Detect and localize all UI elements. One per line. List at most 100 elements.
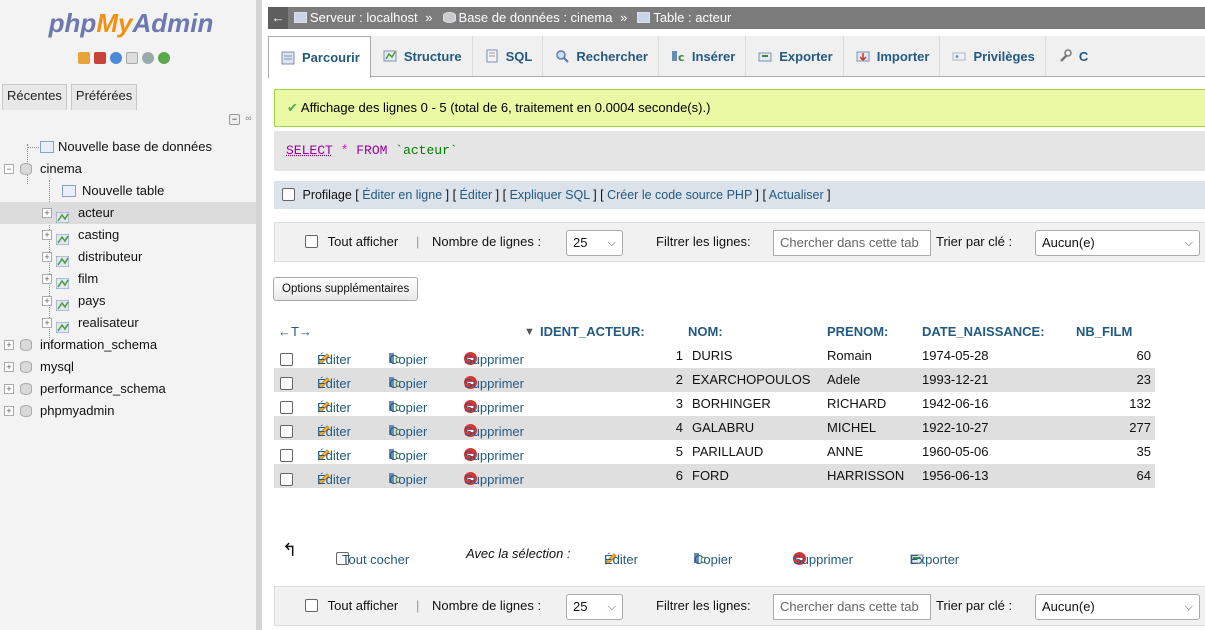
column-header-nb-film[interactable]: NB_FILM xyxy=(1076,324,1132,339)
breadcrumb-server[interactable]: Serveur : localhost xyxy=(310,10,418,25)
expand-icon[interactable]: + xyxy=(42,296,52,306)
tree-item-pays[interactable]: + pays xyxy=(0,290,256,312)
expand-icon[interactable]: + xyxy=(42,208,52,218)
cell-ident-acteur[interactable]: 4 xyxy=(654,420,683,435)
cell-nom[interactable]: PARILLAUD xyxy=(692,444,763,459)
cell-nom[interactable]: EXARCHOPOULOS xyxy=(692,372,810,387)
cell-nb-film[interactable]: 60 xyxy=(1096,348,1151,363)
cell-nb-film[interactable]: 35 xyxy=(1096,444,1151,459)
breadcrumb-database[interactable]: Base de données : cinema xyxy=(459,10,613,25)
breadcrumb-table[interactable]: Table : acteur xyxy=(653,10,731,25)
sort-by-key-select[interactable]: Aucun(e) ⌵ xyxy=(1035,230,1200,256)
tab-favorites[interactable]: Préférées xyxy=(70,84,138,110)
show-all-toggle[interactable]: Tout afficher xyxy=(305,223,398,261)
tree-item-new-database[interactable]: Nouvelle base de données xyxy=(0,136,256,158)
cell-prenom[interactable]: HARRISSON xyxy=(827,468,904,483)
show-all-checkbox[interactable] xyxy=(305,599,318,612)
sort-by-key-select[interactable]: Aucun(e) ⌵ xyxy=(1035,594,1200,620)
expand-icon[interactable]: + xyxy=(4,362,14,372)
cell-nom[interactable]: GALABRU xyxy=(692,420,754,435)
row-checkbox-box[interactable] xyxy=(280,425,293,438)
logout-icon[interactable] xyxy=(94,52,106,64)
collapse-all-icon[interactable]: − xyxy=(229,114,240,125)
extra-options-button[interactable]: Options supplémentaires xyxy=(273,277,419,301)
cell-nb-film[interactable]: 277 xyxy=(1096,420,1151,435)
expand-icon[interactable]: + xyxy=(42,252,52,262)
link-create-php[interactable]: Créer le code source PHP xyxy=(607,188,752,202)
cell-date-naissance[interactable]: 1993-12-21 xyxy=(922,372,989,387)
tab-search[interactable]: Rechercher xyxy=(543,36,659,76)
row-checkbox-box[interactable] xyxy=(280,473,293,486)
tree-item-acteur[interactable]: + acteur xyxy=(0,202,256,224)
link-explain-sql[interactable]: Expliquer SQL xyxy=(510,188,590,202)
tab-structure[interactable]: Structure xyxy=(371,36,473,76)
tree-item-realisateur[interactable]: + realisateur xyxy=(0,312,256,334)
cell-date-naissance[interactable]: 1922-10-27 xyxy=(922,420,989,435)
cell-ident-acteur[interactable]: 6 xyxy=(654,468,683,483)
table-row[interactable]: Éditer c Copier Supprimer 3 BORHINGER RICHAR… xyxy=(274,392,1155,416)
expand-icon[interactable]: + xyxy=(4,340,14,350)
tree-item-casting[interactable]: + casting xyxy=(0,224,256,246)
expand-icon[interactable]: + xyxy=(42,230,52,240)
show-all-checkbox[interactable] xyxy=(305,235,318,248)
rows-per-page-select[interactable]: 25 ⌵ xyxy=(566,230,623,256)
sort-desc-icon[interactable]: ▼ xyxy=(524,326,535,338)
rows-per-page-select[interactable]: 25 ⌵ xyxy=(566,594,623,620)
table-row[interactable]: Éditer c Copier Supprimer 2 EXARCHOPOULOS Ad… xyxy=(274,368,1155,392)
tree-item-distributeur[interactable]: + distributeur xyxy=(0,246,256,268)
phpmyadmin-logo[interactable]: phpMyAdmin xyxy=(0,8,262,39)
tree-item-phpmyadmin[interactable]: + phpmyadmin xyxy=(0,400,256,422)
expand-icon[interactable]: + xyxy=(42,274,52,284)
cell-nom[interactable]: FORD xyxy=(692,468,729,483)
link-inline-edit[interactable]: Éditer en ligne xyxy=(362,188,442,202)
tree-item-performance-schema[interactable]: + performance_schema xyxy=(0,378,256,400)
cell-date-naissance[interactable]: 1942-06-16 xyxy=(922,396,989,411)
tab-export[interactable]: Exporter xyxy=(746,36,844,76)
cell-date-naissance[interactable]: 1960-05-06 xyxy=(922,444,989,459)
column-header-ident-acteur[interactable]: IDENT_ACTEUR: xyxy=(540,324,645,339)
cell-ident-acteur[interactable]: 2 xyxy=(654,372,683,387)
filter-rows-input[interactable]: Chercher dans cette tab xyxy=(773,230,931,256)
expand-icon[interactable]: + xyxy=(4,406,14,416)
cell-prenom[interactable]: ANNE xyxy=(827,444,863,459)
reload-icon[interactable] xyxy=(158,52,170,64)
row-checkbox-box[interactable] xyxy=(280,353,293,366)
sql-query-display[interactable]: SELECT * FROM `acteur` xyxy=(274,131,1205,171)
home-icon[interactable] xyxy=(78,52,90,64)
link-with-main-icon[interactable]: ∞ xyxy=(243,114,254,125)
cell-ident-acteur[interactable]: 1 xyxy=(654,348,683,363)
expand-icon[interactable]: + xyxy=(4,384,14,394)
link-refresh[interactable]: Actualiser xyxy=(769,188,824,202)
collapse-icon[interactable]: − xyxy=(4,164,14,174)
help-icon[interactable] xyxy=(110,52,122,64)
back-arrow-icon[interactable]: ← xyxy=(268,7,288,29)
settings-icon[interactable] xyxy=(142,52,154,64)
table-row[interactable]: Éditer c Copier Supprimer 4 GALABRU MICHEL 19… xyxy=(274,416,1155,440)
cell-date-naissance[interactable]: 1974-05-28 xyxy=(922,348,989,363)
cell-ident-acteur[interactable]: 5 xyxy=(654,444,683,459)
tab-insert[interactable]: c Insérer xyxy=(659,36,747,76)
cell-prenom[interactable]: Adele xyxy=(827,372,860,387)
tab-browse[interactable]: Parcourir xyxy=(268,36,371,78)
cell-nom[interactable]: BORHINGER xyxy=(692,396,771,411)
cell-prenom[interactable]: Romain xyxy=(827,348,872,363)
tree-item-information-schema[interactable]: + information_schema xyxy=(0,334,256,356)
cell-prenom[interactable]: MICHEL xyxy=(827,420,876,435)
tree-item-mysql[interactable]: + mysql xyxy=(0,356,256,378)
docs-icon[interactable] xyxy=(126,52,138,64)
column-header-prenom[interactable]: PRENOM: xyxy=(827,324,888,339)
row-checkbox-box[interactable] xyxy=(280,401,293,414)
row-checkbox-box[interactable] xyxy=(280,377,293,390)
cell-prenom[interactable]: RICHARD xyxy=(827,396,886,411)
tab-privileges[interactable]: Privilèges xyxy=(940,36,1046,76)
table-row[interactable]: Éditer c Copier Supprimer 6 FORD HARRISSON 19… xyxy=(274,464,1155,488)
tab-sql[interactable]: SQL xyxy=(473,36,544,76)
tree-item-new-table[interactable]: Nouvelle table xyxy=(0,180,256,202)
cell-date-naissance[interactable]: 1956-06-13 xyxy=(922,468,989,483)
cell-nb-film[interactable]: 23 xyxy=(1096,372,1151,387)
tree-item-cinema[interactable]: − cinema xyxy=(0,158,256,180)
filter-rows-input[interactable]: Chercher dans cette tab xyxy=(773,594,931,620)
show-all-toggle[interactable]: Tout afficher xyxy=(305,587,398,625)
tab-operations[interactable]: C xyxy=(1046,36,1098,76)
table-row[interactable]: Éditer c Copier Supprimer 1 DURIS Romain 1974… xyxy=(274,344,1155,368)
